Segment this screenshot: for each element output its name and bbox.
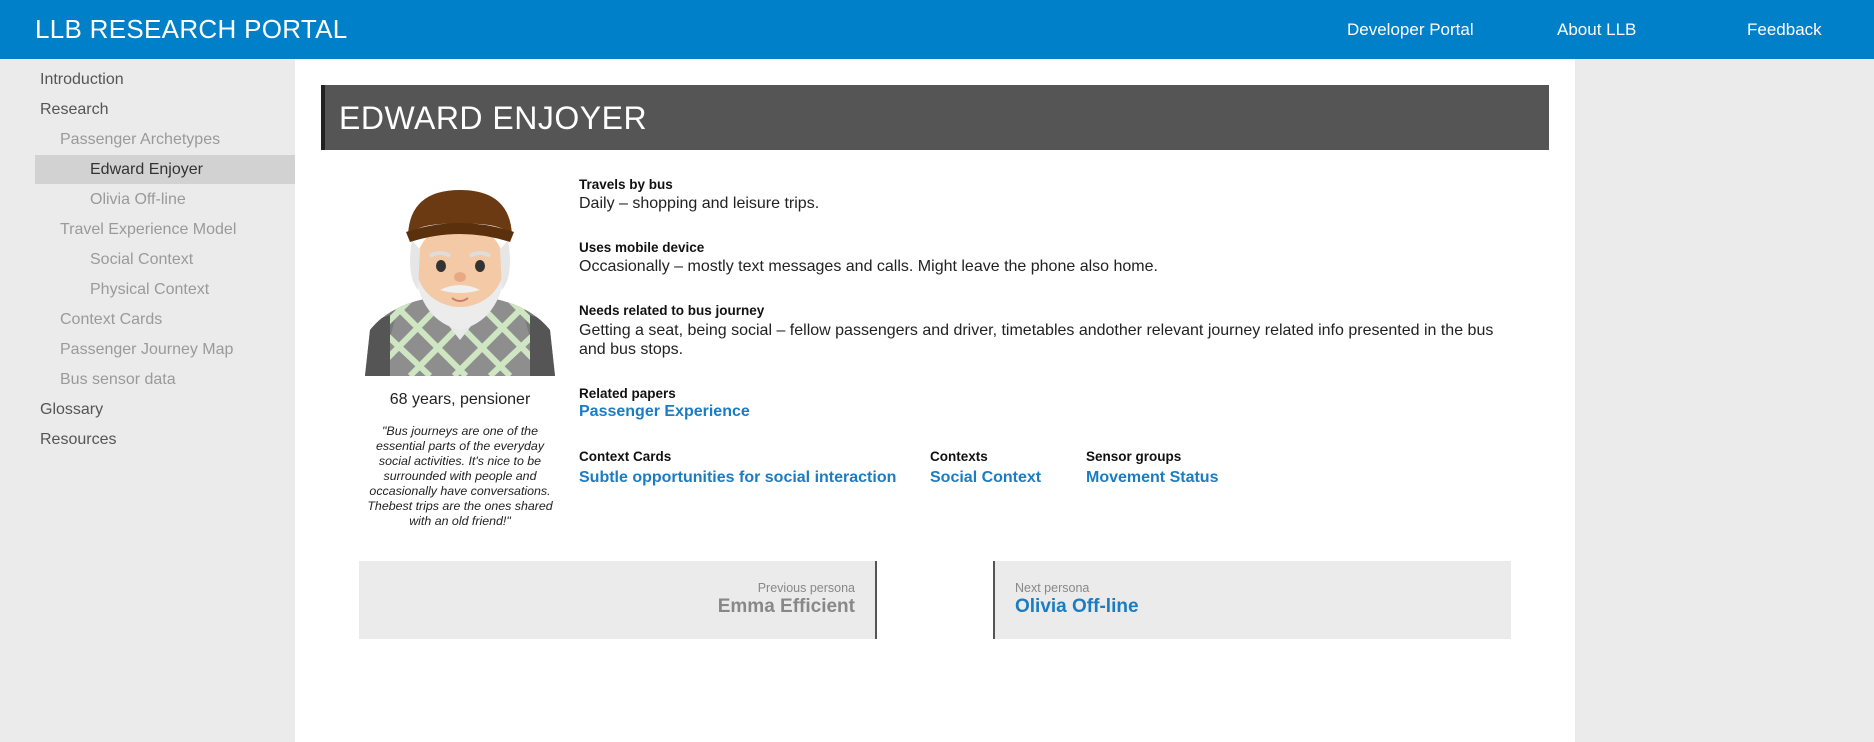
context-link[interactable]: Social Context: [930, 469, 1041, 487]
travels-by-bus-text: Daily – shopping and leisure trips.: [579, 195, 820, 212]
nav-feedback[interactable]: Feedback: [1747, 20, 1822, 40]
sidebar-item-passenger-archetypes[interactable]: Passenger Archetypes: [35, 125, 295, 154]
needs-text: Getting a seat, being social – fellow pa…: [579, 322, 1494, 358]
uses-mobile-device-text: Occasionally – mostly text messages and …: [579, 258, 1158, 275]
persona-quote: "Bus journeys are one of the essential p…: [367, 424, 553, 528]
needs-label: Needs related to bus journey: [579, 303, 765, 318]
context-cards-label: Context Cards: [579, 449, 672, 464]
sidebar-item-passenger-journey-map[interactable]: Passenger Journey Map: [35, 335, 295, 364]
page-title-bar: EDWARD ENJOYER: [321, 85, 1549, 150]
next-persona-name: Olivia Off-line: [1015, 596, 1139, 617]
related-papers-label: Related papers: [579, 386, 676, 401]
related-paper-link[interactable]: Passenger Experience: [579, 403, 750, 421]
nav-about-llb[interactable]: About LLB: [1557, 20, 1636, 40]
contexts-label: Contexts: [930, 449, 988, 464]
travels-by-bus-label: Travels by bus: [579, 177, 673, 192]
sidebar-item-glossary[interactable]: Glossary: [35, 395, 295, 424]
persona-age: 68 years, pensioner: [389, 391, 531, 408]
elderly-man-avatar-icon: [360, 180, 560, 376]
next-persona-caption: Next persona: [1015, 581, 1090, 595]
sidebar-item-olivia-off-line[interactable]: Olivia Off-line: [35, 185, 295, 214]
right-gutter: [1575, 59, 1874, 742]
sidebar-item-social-context[interactable]: Social Context: [35, 245, 295, 274]
nav-developer-portal[interactable]: Developer Portal: [1347, 20, 1474, 40]
sidebar-item-context-cards[interactable]: Context Cards: [35, 305, 295, 334]
portal-brand[interactable]: LLB RESEARCH PORTAL: [35, 14, 348, 45]
top-navigation-bar: LLB RESEARCH PORTAL Developer Portal Abo…: [0, 0, 1874, 59]
sidebar: Introduction Research Passenger Archetyp…: [0, 59, 295, 742]
context-card-link[interactable]: Subtle opportunities for social interact…: [579, 469, 896, 487]
sidebar-item-resources[interactable]: Resources: [35, 425, 295, 454]
sidebar-item-bus-sensor-data[interactable]: Bus sensor data: [35, 365, 295, 394]
sidebar-item-travel-experience-model[interactable]: Travel Experience Model: [35, 215, 295, 244]
sensor-groups-label: Sensor groups: [1086, 449, 1182, 464]
sidebar-item-research[interactable]: Research: [35, 95, 295, 124]
sidebar-item-edward-enjoyer[interactable]: Edward Enjoyer: [35, 155, 295, 184]
sidebar-item-introduction[interactable]: Introduction: [35, 65, 295, 94]
sensor-group-link[interactable]: Movement Status: [1086, 469, 1218, 487]
previous-persona-button[interactable]: Previous persona Emma Efficient: [359, 561, 877, 639]
sidebar-item-physical-context[interactable]: Physical Context: [35, 275, 295, 304]
page-title: EDWARD ENJOYER: [339, 100, 648, 136]
previous-persona-caption: Previous persona: [757, 581, 855, 595]
previous-persona-name: Emma Efficient: [717, 596, 855, 617]
next-persona-button[interactable]: Next persona Olivia Off-line: [993, 561, 1511, 639]
uses-mobile-device-label: Uses mobile device: [579, 240, 705, 255]
